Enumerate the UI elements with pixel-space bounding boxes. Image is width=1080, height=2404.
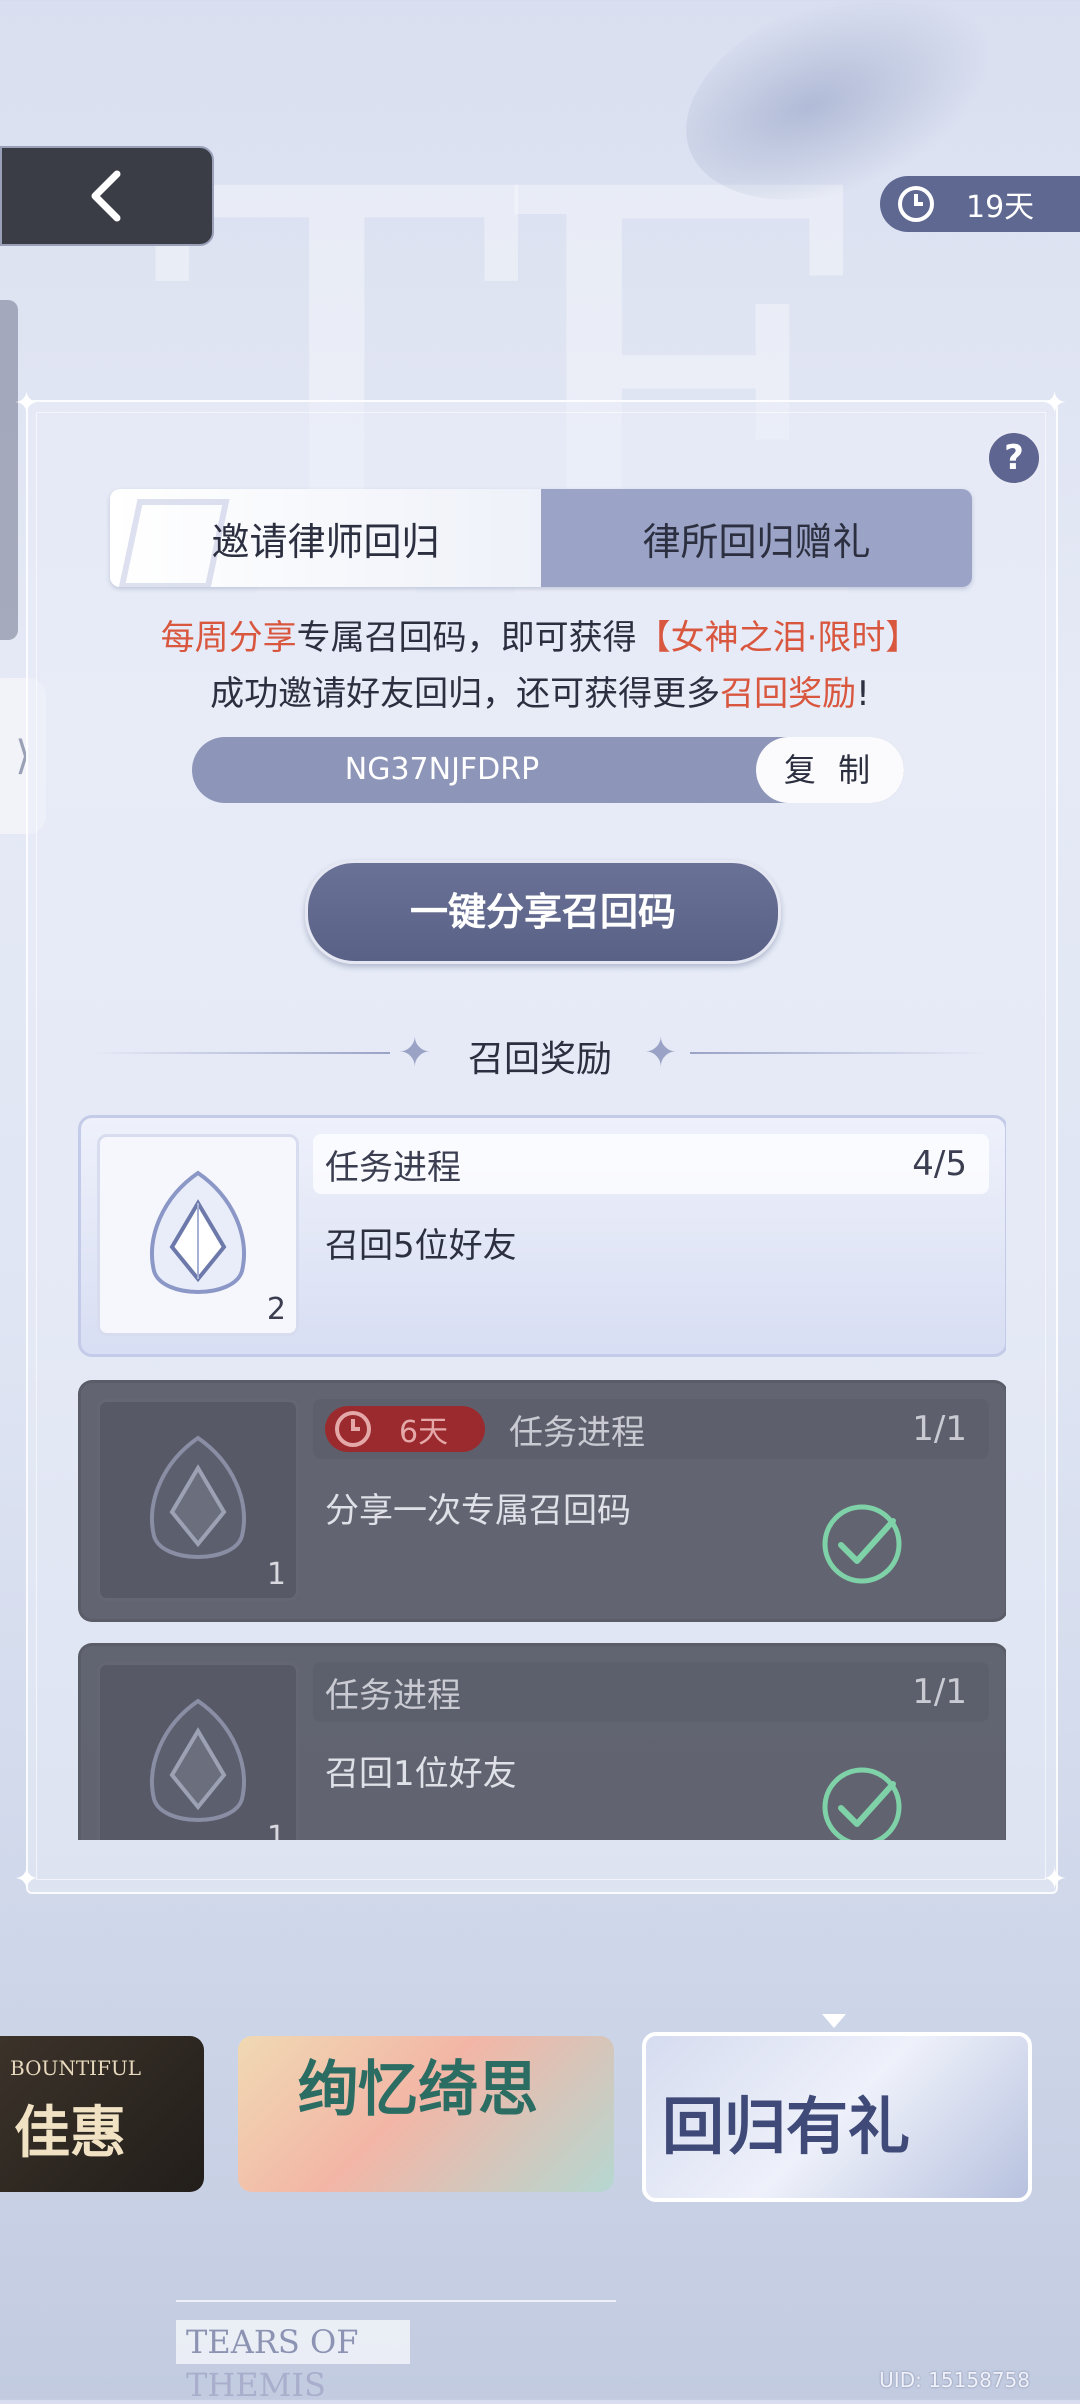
divider <box>690 1052 990 1054</box>
reward-quantity: 1 <box>266 1820 286 1840</box>
task-item[interactable]: 2 任务进程 4/5 召回5位好友 <box>78 1115 1006 1357</box>
sparkle-icon: ✦ <box>14 386 40 421</box>
task-progress: 4/5 <box>912 1144 967 1184</box>
intro-text: 成功邀请好友回归，还可获得更多 <box>210 674 721 714</box>
task-progress: 1/1 <box>912 1409 967 1449</box>
task-progress: 1/1 <box>912 1672 967 1712</box>
game-logo: TEARS OF <box>176 2320 410 2364</box>
sparkle-icon: ✦ <box>644 1030 678 1076</box>
event-card-memories[interactable]: 绚忆绮思 <box>238 2036 614 2192</box>
footer-divider <box>176 2300 616 2302</box>
intro-highlight: 召回奖励 <box>720 674 857 714</box>
back-button[interactable] <box>0 146 214 246</box>
reward-item[interactable]: 1 <box>97 1399 299 1601</box>
goddess-tear-gem-icon <box>150 1435 246 1559</box>
help-button[interactable]: ? <box>986 430 1042 486</box>
task-header: 6天 任务进程 1/1 <box>313 1399 989 1459</box>
user-id: UID: 15158758 <box>879 2368 1030 2392</box>
share-recall-code-button[interactable]: 一键分享召回码 <box>305 860 781 964</box>
tab-firm-return-gift[interactable]: 律所回归赠礼 <box>541 489 972 587</box>
tab-bar: 邀请律师回归 律所回归赠礼 <box>110 489 972 587</box>
chevron-left-icon <box>91 170 121 222</box>
event-card-title: 绚忆绮思 <box>298 2055 538 2125</box>
clock-icon <box>898 186 934 222</box>
tab-invite-lawyer-return[interactable]: 邀请律师回归 <box>110 489 541 587</box>
task-header: 任务进程 4/5 <box>313 1134 989 1194</box>
task-description: 分享一次专属召回码 <box>325 1491 631 1531</box>
sparkle-icon: ✦ <box>1042 386 1068 421</box>
recall-code-text: NG37NJFDRP <box>344 752 540 787</box>
intro-reward-highlight: 【女神之泪·限时】 <box>636 618 920 658</box>
event-carousel[interactable]: BOUNTIFUL 佳惠 绚忆绮思 回归有礼 <box>0 2032 1080 2206</box>
task-timer-badge: 6天 <box>325 1406 485 1452</box>
intro-highlight: 每周分享 <box>160 618 297 658</box>
sparkle-icon: ✦ <box>1042 1862 1068 1897</box>
section-title-text: 召回奖励 <box>467 1039 612 1080</box>
game-logo-line2: THEMIS <box>186 2366 326 2404</box>
intro-line-1: 每周分享专属召回码，即可获得【女神之泪·限时】 <box>0 610 1080 659</box>
reward-item[interactable]: 2 <box>97 1134 299 1336</box>
task-list[interactable]: 2 任务进程 4/5 召回5位好友 1 6天 任务进程 1/1 分享一次专属召回… <box>78 1115 1006 1840</box>
event-card-title: 回归有礼 <box>662 2090 911 2163</box>
event-card-bountiful[interactable]: BOUNTIFUL 佳惠 <box>0 2036 204 2192</box>
checkmark-icon <box>822 1767 902 1840</box>
selected-indicator-icon <box>822 2014 846 2028</box>
task-label: 任务进程 <box>325 1675 461 1716</box>
sparkle-icon: ✦ <box>14 1862 40 1897</box>
side-drawer-bar[interactable] <box>0 300 18 640</box>
tab-label: 邀请律师回归 <box>211 519 440 564</box>
task-header: 任务进程 1/1 <box>313 1662 989 1722</box>
checkmark-icon <box>822 1504 902 1584</box>
event-timer: 19天 <box>880 176 1080 232</box>
intro-text: ! <box>856 674 870 714</box>
reward-item[interactable]: 1 <box>97 1662 299 1840</box>
section-title: 召回奖励 <box>0 1030 1080 1082</box>
reward-quantity: 1 <box>266 1557 286 1592</box>
intro-text: 专属召回码，即可获得 <box>296 618 637 658</box>
event-card-return-gift[interactable]: 回归有礼 <box>642 2032 1032 2202</box>
reward-quantity: 2 <box>266 1292 286 1327</box>
task-description: 召回1位好友 <box>325 1754 517 1794</box>
task-item[interactable]: 1 6天 任务进程 1/1 分享一次专属召回码 <box>78 1380 1006 1622</box>
intro-line-2: 成功邀请好友回归，还可获得更多召回奖励! <box>0 666 1080 715</box>
goddess-tear-gem-icon <box>150 1698 246 1822</box>
event-card-title: 佳惠 <box>14 2100 126 2166</box>
tab-label: 律所回归赠礼 <box>642 519 871 564</box>
task-item[interactable]: 1 任务进程 1/1 召回1位好友 <box>78 1643 1006 1840</box>
copy-button[interactable]: 复 制 <box>756 737 904 803</box>
task-label: 任务进程 <box>325 1147 461 1188</box>
event-card-subtitle: BOUNTIFUL <box>10 2056 142 2080</box>
task-label: 任务进程 <box>509 1412 645 1453</box>
goddess-tear-gem-icon <box>150 1170 246 1294</box>
event-timer-text: 19天 <box>966 190 1035 225</box>
question-icon: ? <box>1004 438 1024 478</box>
task-description: 召回5位好友 <box>325 1226 517 1266</box>
recall-code-bar: NG37NJFDRP 复 制 <box>192 737 904 803</box>
task-timer-text: 6天 <box>399 1415 449 1450</box>
clock-icon <box>335 1411 371 1447</box>
